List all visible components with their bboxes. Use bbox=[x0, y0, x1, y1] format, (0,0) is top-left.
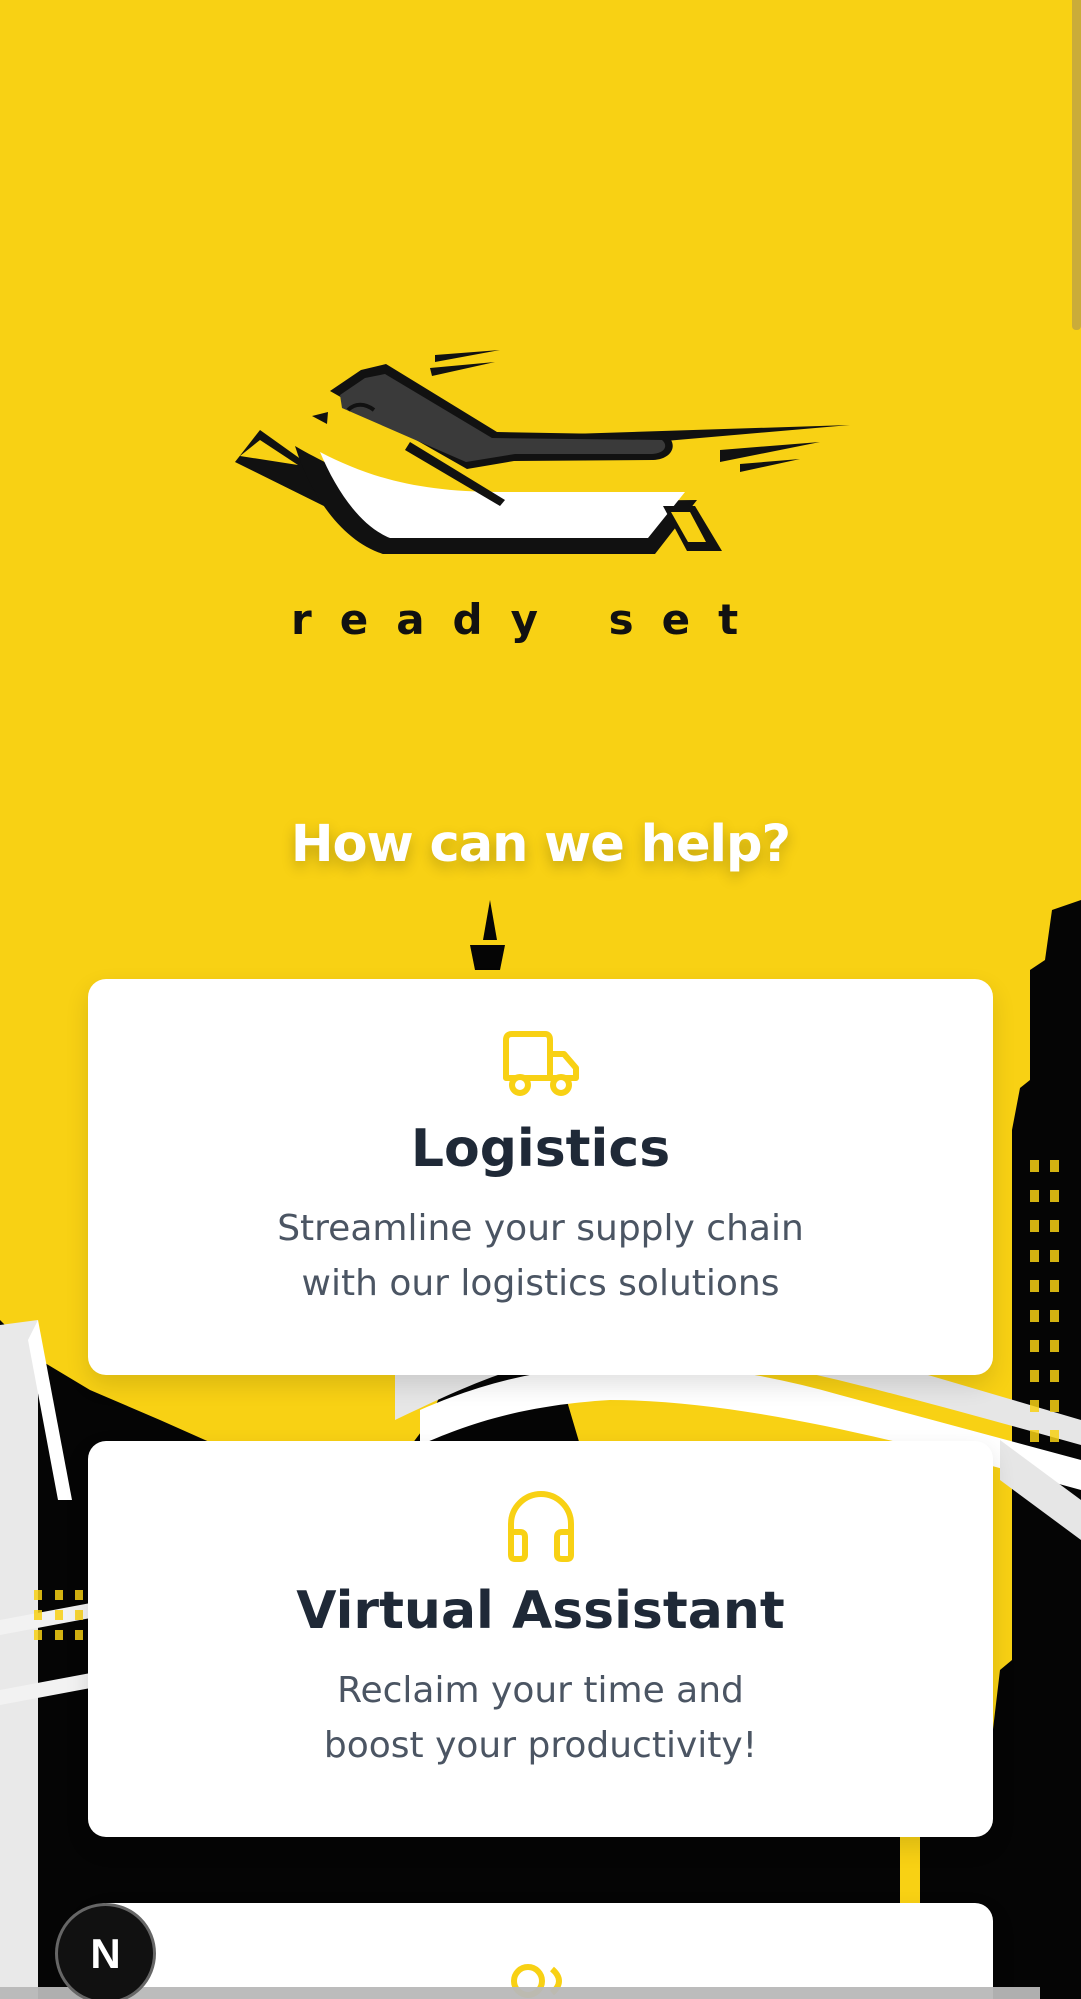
next-dev-badge[interactable]: N bbox=[55, 1903, 156, 1999]
service-card-partial[interactable] bbox=[88, 1903, 993, 1999]
description-line: Reclaim your time and bbox=[337, 1670, 744, 1711]
service-description: Streamline your supply chain with our lo… bbox=[188, 1201, 893, 1311]
headphones-icon bbox=[88, 1490, 993, 1562]
help-heading: How can we help? bbox=[290, 815, 791, 874]
service-title: Logistics bbox=[410, 1119, 671, 1179]
service-description: Reclaim your time and boost your product… bbox=[188, 1663, 893, 1773]
scrollbar[interactable] bbox=[1072, 0, 1081, 330]
description-line: boost your productivity! bbox=[323, 1725, 758, 1766]
truck-icon bbox=[88, 1028, 993, 1100]
brand-wordmark: ready set bbox=[291, 595, 767, 644]
description-line: Streamline your supply chain bbox=[277, 1208, 804, 1249]
description-line: with our logistics solutions bbox=[301, 1263, 780, 1304]
service-card-logistics[interactable]: Logistics Streamline your supply chain w… bbox=[88, 979, 993, 1375]
service-card-virtual-assistant[interactable]: Virtual Assistant Reclaim your time and … bbox=[88, 1441, 993, 1837]
penguin-logo-mark bbox=[235, 350, 850, 554]
bottom-scrollbar[interactable] bbox=[0, 1987, 1040, 1999]
service-title: Virtual Assistant bbox=[296, 1581, 785, 1641]
landing-page: ready set How can we help? Logistics Str… bbox=[0, 0, 1081, 1999]
ready-set-logo[interactable]: ready set bbox=[200, 350, 880, 670]
